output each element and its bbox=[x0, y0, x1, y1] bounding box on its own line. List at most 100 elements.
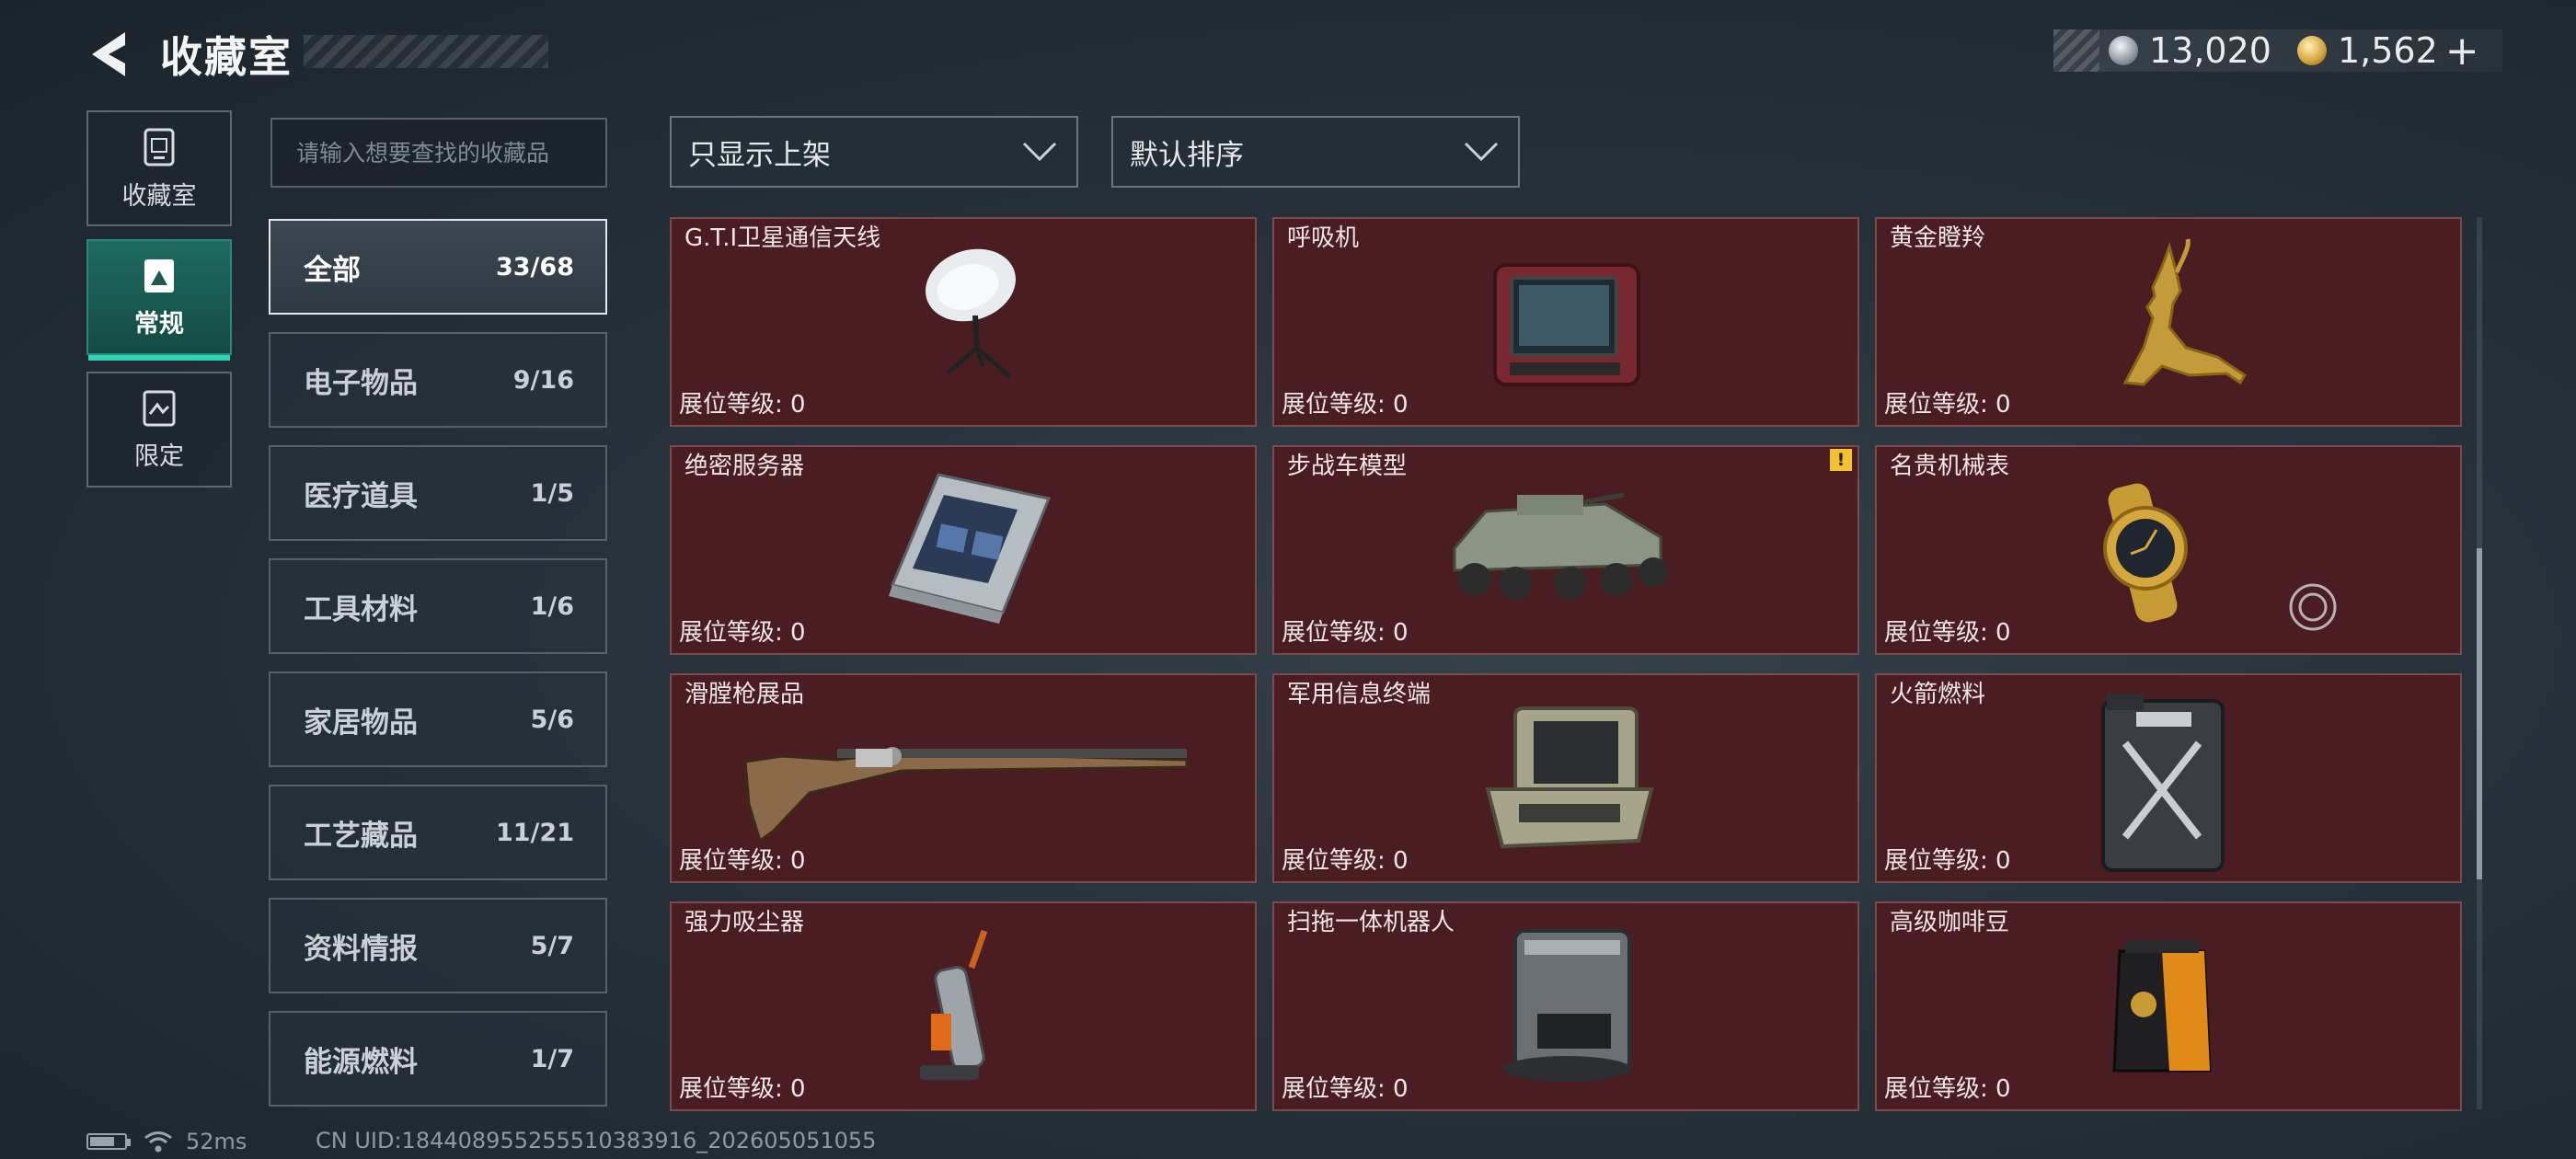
top-bar: 收藏室 13,020 1,562 + bbox=[0, 0, 2576, 106]
warning-badge: ! bbox=[1830, 449, 1852, 471]
battery-icon bbox=[86, 1133, 131, 1150]
scrollbar-thumb[interactable] bbox=[2477, 548, 2482, 879]
category-all[interactable]: 全部 33/68 bbox=[269, 219, 607, 315]
item-card[interactable]: 强力吸尘器 展位等级: 0 bbox=[670, 901, 1257, 1111]
item-name: 军用信息终端 bbox=[1287, 681, 1432, 708]
category-name: 工具材料 bbox=[304, 592, 418, 626]
item-name: G.T.I卫星通信天线 bbox=[684, 224, 881, 252]
chevron-down-icon bbox=[1464, 142, 1499, 162]
sort-value: 默认排序 bbox=[1130, 138, 1244, 172]
item-card[interactable]: 名贵机械表 展位等级: 0 bbox=[1875, 445, 2462, 655]
item-card[interactable]: 绝密服务器 展位等级: 0 bbox=[670, 445, 1257, 655]
item-card[interactable]: ! 步战车模型 展位等级: 0 bbox=[1272, 445, 1859, 655]
side-tab-label: 收藏室 bbox=[121, 181, 197, 211]
category-crafts[interactable]: 工艺藏品 11/21 bbox=[269, 785, 607, 880]
search-input[interactable] bbox=[272, 120, 605, 186]
search-box bbox=[270, 118, 607, 188]
item-card[interactable]: 滑膛枪展品 展位等级: 0 bbox=[670, 673, 1257, 883]
item-name: 呼吸机 bbox=[1287, 224, 1360, 252]
item-name: 绝密服务器 bbox=[684, 453, 805, 480]
category-count: 11/21 bbox=[495, 818, 574, 847]
target-icon[interactable] bbox=[2287, 581, 2339, 633]
user-uid: CN UID:18440895525551038391​6_2026050510… bbox=[316, 1128, 877, 1153]
ping-value: 52ms bbox=[186, 1129, 247, 1154]
category-household[interactable]: 家居物品 5/6 bbox=[269, 671, 607, 767]
category-energy[interactable]: 能源燃料 1/7 bbox=[269, 1011, 607, 1107]
category-name: 家居物品 bbox=[304, 706, 418, 740]
item-card[interactable]: 高级咖啡豆 展位等级: 0 bbox=[1875, 901, 2462, 1111]
category-count: 5/6 bbox=[530, 705, 574, 734]
currency-decoration bbox=[2053, 29, 2099, 72]
gold-coin-icon bbox=[2296, 36, 2327, 65]
gold-currency: 1,562 bbox=[2296, 30, 2438, 71]
category-medical[interactable]: 医疗道具 1/5 bbox=[269, 445, 607, 541]
item-name: 黄金瞪羚 bbox=[1890, 224, 1986, 252]
item-card[interactable]: 黄金瞪羚 展位等级: 0 bbox=[1875, 217, 2462, 427]
category-count: 9/16 bbox=[512, 365, 574, 395]
collection-box-icon bbox=[144, 128, 175, 166]
side-tab-regular[interactable]: 常规 bbox=[86, 239, 232, 361]
side-tab-label: 常规 bbox=[134, 309, 184, 339]
category-count: 1/5 bbox=[530, 478, 574, 508]
silver-amount: 13,020 bbox=[2149, 30, 2271, 71]
item-level: 展位等级: 0 bbox=[1884, 391, 2011, 419]
limited-frame-icon bbox=[143, 390, 176, 426]
item-level: 展位等级: 0 bbox=[1282, 1075, 1409, 1103]
item-name: 名贵机械表 bbox=[1890, 453, 2010, 480]
category-electronics[interactable]: 电子物品 9/16 bbox=[269, 332, 607, 428]
item-card[interactable]: 呼吸机 展位等级: 0 bbox=[1272, 217, 1859, 427]
back-button[interactable] bbox=[81, 24, 136, 85]
item-name: 扫拖一体机器人 bbox=[1287, 909, 1455, 936]
silver-coin-icon bbox=[2109, 36, 2138, 65]
category-count: 1/7 bbox=[530, 1044, 574, 1073]
item-name: 滑膛枪展品 bbox=[684, 681, 805, 708]
item-card[interactable]: G.T.I卫星通信天线 展位等级: 0 bbox=[670, 217, 1257, 427]
category-name: 医疗道具 bbox=[304, 479, 418, 513]
side-tab-limited[interactable]: 限定 bbox=[86, 372, 232, 488]
picture-frame-icon bbox=[144, 258, 174, 293]
page-title: 收藏室 bbox=[160, 32, 293, 82]
item-level: 展位等级: 0 bbox=[1884, 847, 2011, 875]
item-grid: G.T.I卫星通信天线 展位等级: 0 呼吸机 展位等级: 0 黄金瞪羚 展位等… bbox=[670, 217, 2464, 1111]
display-filter-dropdown[interactable]: 只显示上架 bbox=[670, 116, 1078, 188]
item-level: 展位等级: 0 bbox=[679, 847, 806, 875]
item-level: 展位等级: 0 bbox=[679, 391, 806, 419]
currency-bar: 13,020 1,562 + bbox=[2053, 28, 2502, 75]
item-name: 高级咖啡豆 bbox=[1890, 909, 2010, 936]
side-tab-label: 限定 bbox=[134, 442, 184, 471]
item-name: 火箭燃料 bbox=[1890, 681, 1986, 708]
back-arrow-icon bbox=[92, 32, 125, 76]
grid-scrollbar[interactable] bbox=[2477, 217, 2482, 1109]
silver-currency: 13,020 bbox=[2109, 30, 2271, 71]
category-name: 资料情报 bbox=[304, 932, 418, 966]
item-level: 展位等级: 0 bbox=[679, 1075, 806, 1103]
category-name: 能源燃料 bbox=[304, 1045, 418, 1079]
category-count: 1/6 bbox=[530, 591, 574, 621]
item-card[interactable]: 火箭燃料 展位等级: 0 bbox=[1875, 673, 2462, 883]
item-level: 展位等级: 0 bbox=[1282, 619, 1409, 647]
item-level: 展位等级: 0 bbox=[1282, 847, 1409, 875]
category-intel[interactable]: 资料情报 5/7 bbox=[269, 898, 607, 993]
category-count: 5/7 bbox=[530, 931, 574, 960]
category-name: 电子物品 bbox=[304, 366, 418, 400]
item-name: 强力吸尘器 bbox=[684, 909, 805, 936]
gold-amount: 1,562 bbox=[2337, 30, 2438, 71]
item-name: 步战车模型 bbox=[1287, 453, 1408, 480]
status-bar: 52ms bbox=[86, 1128, 247, 1155]
category-tools[interactable]: 工具材料 1/6 bbox=[269, 558, 607, 654]
category-name: 工艺藏品 bbox=[304, 819, 418, 853]
side-tab-collection[interactable]: 收藏室 bbox=[86, 110, 232, 226]
chevron-down-icon bbox=[1022, 142, 1057, 162]
category-name: 全部 bbox=[304, 253, 361, 287]
title-decoration bbox=[304, 35, 548, 68]
item-level: 展位等级: 0 bbox=[1884, 619, 2011, 647]
item-card[interactable]: 军用信息终端 展位等级: 0 bbox=[1272, 673, 1859, 883]
item-level: 展位等级: 0 bbox=[679, 619, 806, 647]
item-level: 展位等级: 0 bbox=[1884, 1075, 2011, 1103]
wifi-icon bbox=[144, 1131, 172, 1153]
display-filter-value: 只显示上架 bbox=[688, 138, 831, 172]
category-count: 33/68 bbox=[495, 252, 574, 281]
item-card[interactable]: 扫拖一体机器人 展位等级: 0 bbox=[1272, 901, 1859, 1111]
sort-dropdown[interactable]: 默认排序 bbox=[1111, 116, 1520, 188]
add-currency-button[interactable]: + bbox=[2445, 28, 2479, 75]
